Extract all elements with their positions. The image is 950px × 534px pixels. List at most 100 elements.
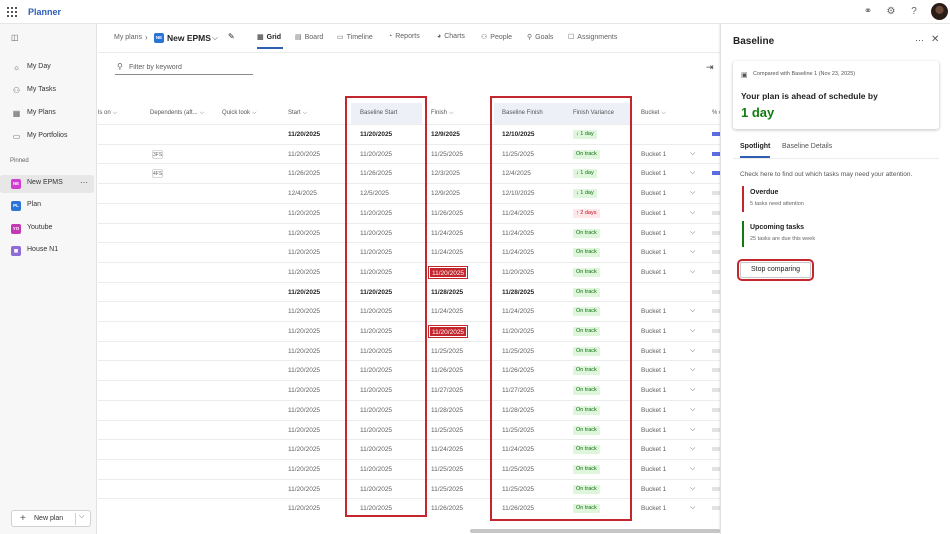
finish-date-cell[interactable]: 12/9/2025: [431, 125, 460, 144]
bucket-cell[interactable]: Bucket 1: [641, 164, 666, 183]
bucket-cell[interactable]: Bucket 1: [641, 145, 666, 164]
chevron-down-icon[interactable]: ⌵: [690, 209, 695, 217]
bucket-cell[interactable]: Bucket 1: [641, 440, 666, 459]
pinned-plan-house-n1[interactable]: ▦ House N1: [0, 242, 94, 260]
chevron-down-icon[interactable]: ⌵: [690, 327, 695, 335]
finish-date-cell[interactable]: 11/25/2025: [431, 342, 463, 361]
chevron-down-icon[interactable]: ⌵: [79, 513, 84, 521]
tab-assignments[interactable]: ☐ Assignments: [568, 33, 617, 41]
col-header-baseline-start[interactable]: Baseline Start: [351, 103, 422, 124]
finish-date-cell[interactable]: 11/24/2025: [431, 224, 463, 243]
bucket-cell[interactable]: Bucket 1: [641, 421, 666, 440]
chevron-down-icon[interactable]: ⌵: [690, 406, 695, 414]
table-row[interactable]: 11/20/2025 11/20/2025 11/24/2025 11/24/2025…: [98, 222, 720, 243]
finish-date-cell[interactable]: 11/28/2025: [431, 283, 463, 302]
tab-spotlight[interactable]: Spotlight: [740, 143, 770, 150]
col-header-dependents[interactable]: Dependents (aft... ⌵: [150, 103, 204, 124]
spotlight-overdue[interactable]: Overdue 5 tasks need attention: [742, 186, 922, 212]
chevron-down-icon[interactable]: ⌵: [690, 150, 695, 158]
table-row[interactable]: 11/20/2025 11/20/2025 12/9/2025 12/10/2025 ↓…: [98, 124, 720, 144]
chevron-down-icon[interactable]: ⌵: [690, 386, 695, 394]
chevron-down-icon[interactable]: ⌵: [690, 485, 695, 493]
start-date-cell[interactable]: 11/26/2025: [288, 164, 320, 183]
chevron-down-icon[interactable]: ⌵: [690, 366, 695, 374]
col-header-finish[interactable]: Finish ⌵: [431, 103, 454, 124]
tab-people[interactable]: ⚇ People: [481, 33, 512, 41]
finish-date-cell[interactable]: 11/28/2025: [431, 401, 463, 420]
finish-date-cell[interactable]: 12/9/2025: [431, 184, 460, 203]
bucket-cell[interactable]: Bucket 1: [641, 480, 666, 499]
finish-date-cell[interactable]: 11/25/2025: [431, 145, 463, 164]
help-icon[interactable]: ?: [908, 6, 920, 18]
collapse-nav-icon[interactable]: ◫: [11, 33, 19, 42]
bucket-cell[interactable]: Bucket 1: [641, 322, 666, 341]
new-plan-button[interactable]: + New plan ⌵: [11, 510, 91, 527]
tab-baseline-details[interactable]: Baseline Details: [782, 143, 832, 150]
table-row[interactable]: 11/20/2025 11/20/2025 11/20/2025 11/20/2025…: [98, 321, 720, 341]
table-row[interactable]: 12/4/2025 12/5/2025 12/9/2025 12/10/2025 ↓ 1…: [98, 183, 720, 203]
tab-board[interactable]: ▤ Board: [295, 33, 323, 41]
nav-my-tasks[interactable]: ⚇ My Tasks: [0, 82, 94, 100]
pinned-plan-new-epms[interactable]: NE New EPMS ⋯: [0, 175, 94, 193]
chevron-down-icon[interactable]: ⌵: [690, 307, 695, 315]
nav-my-portfolios[interactable]: ▭ My Portfolios: [0, 128, 94, 146]
chevron-down-icon[interactable]: ⌵: [690, 248, 695, 256]
finish-date-cell[interactable]: 12/3/2025: [431, 164, 460, 183]
nav-my-day[interactable]: ☼ My Day: [0, 59, 94, 77]
bucket-cell[interactable]: Bucket 1: [641, 381, 666, 400]
finish-date-cell[interactable]: 11/24/2025: [431, 440, 463, 459]
start-date-cell[interactable]: 11/20/2025: [288, 480, 320, 499]
finish-date-cell[interactable]: 11/24/2025: [431, 302, 463, 321]
table-row[interactable]: 11/20/2025 11/20/2025 11/28/2025 11/28/2025…: [98, 399, 720, 420]
chevron-down-icon[interactable]: ⌵: [690, 347, 695, 355]
avatar[interactable]: [931, 3, 948, 20]
more-options-icon[interactable]: ⋯: [915, 35, 924, 46]
pin-icon[interactable]: ✎: [228, 32, 235, 41]
table-row[interactable]: 11/20/2025 11/20/2025 11/26/2025 11/26/2025…: [98, 360, 720, 380]
chevron-down-icon[interactable]: ⌵: [690, 169, 695, 177]
table-row[interactable]: 11/20/2025 11/20/2025 11/24/2025 11/24/2025…: [98, 439, 720, 459]
bucket-cell[interactable]: Bucket 1: [641, 302, 666, 321]
start-date-cell[interactable]: 11/20/2025: [288, 381, 320, 400]
bucket-cell[interactable]: Bucket 1: [641, 401, 666, 420]
plan-title[interactable]: New EPMS: [167, 33, 211, 43]
pinned-plan-plan[interactable]: PL Plan: [0, 197, 94, 215]
col-header-start[interactable]: Start ⌵: [288, 103, 307, 124]
start-date-cell[interactable]: 11/20/2025: [288, 440, 320, 459]
stop-comparing-button[interactable]: Stop comparing: [737, 259, 814, 281]
bucket-cell[interactable]: Bucket 1: [641, 224, 666, 243]
finish-date-cell[interactable]: 11/24/2025: [431, 243, 463, 262]
bucket-cell[interactable]: Bucket 1: [641, 243, 666, 262]
start-date-cell[interactable]: 11/20/2025: [288, 322, 320, 341]
pinned-plan-youtube[interactable]: YO Youtube: [0, 220, 94, 238]
finish-date-cell[interactable]: 11/26/2025: [431, 204, 463, 223]
col-header-quick-look[interactable]: Quick look ⌵: [222, 103, 257, 124]
close-icon[interactable]: ✕: [931, 34, 939, 45]
spotlight-upcoming[interactable]: Upcoming tasks 25 tasks are due this wee…: [742, 221, 922, 247]
table-row[interactable]: 11/20/2025 11/20/2025 11/24/2025 11/24/2025…: [98, 301, 720, 321]
start-date-cell[interactable]: 11/20/2025: [288, 460, 320, 479]
nav-my-plans[interactable]: ▦ My Plans: [0, 105, 94, 123]
finish-date-cell[interactable]: 11/25/2025: [431, 460, 463, 479]
finish-date-cell-late[interactable]: 11/20/2025: [427, 325, 469, 338]
start-date-cell[interactable]: 11/20/2025: [288, 263, 320, 282]
dependency-tag[interactable]: 4FS: [152, 169, 163, 179]
tab-timeline[interactable]: ▭ Timeline: [337, 33, 373, 41]
start-date-cell[interactable]: 11/20/2025: [288, 401, 320, 420]
dependency-tag[interactable]: 3FS: [152, 149, 163, 159]
table-row[interactable]: 11/20/2025 11/20/2025 11/26/2025 11/26/2025…: [98, 498, 720, 518]
table-row[interactable]: 11/20/2025 11/20/2025 11/25/2025 11/25/2025…: [98, 458, 720, 479]
share-icon[interactable]: ⚭: [862, 6, 874, 18]
start-date-cell[interactable]: 11/20/2025: [288, 145, 320, 164]
start-date-cell[interactable]: 11/20/2025: [288, 499, 320, 518]
col-header-finish-variance[interactable]: Finish Variance: [573, 103, 614, 124]
bucket-cell[interactable]: Bucket 1: [641, 361, 666, 380]
finish-date-cell[interactable]: 11/25/2025: [431, 480, 463, 499]
chevron-down-icon[interactable]: ⌵: [690, 465, 695, 473]
table-row[interactable]: 3FS 11/20/2025 11/20/2025 11/25/2025 11/25/2…: [98, 143, 720, 164]
table-row[interactable]: 11/20/2025 11/20/2025 11/24/2025 11/24/2025…: [98, 242, 720, 262]
start-date-cell[interactable]: 11/20/2025: [288, 302, 320, 321]
table-row[interactable]: 11/20/2025 11/20/2025 11/25/2025 11/25/2025…: [98, 340, 720, 361]
start-date-cell[interactable]: 11/20/2025: [288, 361, 320, 380]
start-date-cell[interactable]: 11/20/2025: [288, 421, 320, 440]
